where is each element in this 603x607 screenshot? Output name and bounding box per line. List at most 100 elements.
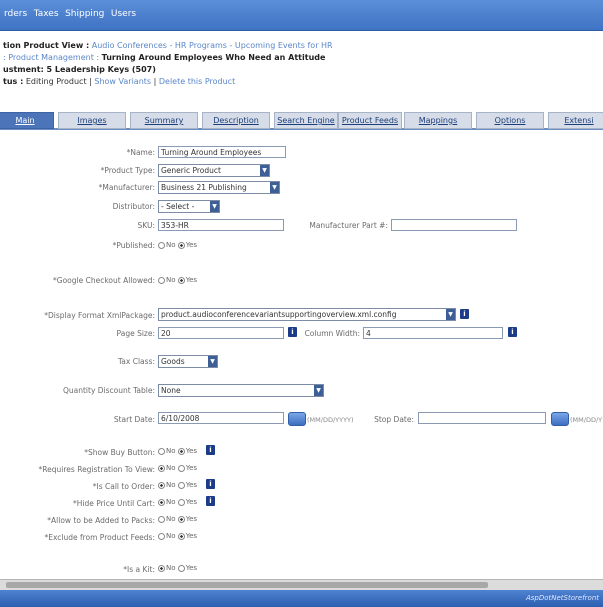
chevron-down-icon: ▼ xyxy=(314,385,323,396)
quantity-discount-select[interactable]: None ▼ xyxy=(158,384,324,397)
tab-description[interactable]: Description xyxy=(202,112,270,129)
published-yes-radio[interactable] xyxy=(177,241,185,249)
callorder-yes-radio[interactable] xyxy=(177,481,185,489)
tab-main[interactable]: Main xyxy=(0,112,54,129)
tab-images[interactable]: Images xyxy=(58,112,126,129)
sku-field[interactable]: 353-HR xyxy=(158,219,284,231)
breadcrumb-category-link[interactable]: Audio Conferences - HR Programs - Upcomi… xyxy=(92,41,333,50)
requires-registration-label: *Requires Registration To View: xyxy=(38,465,155,474)
product-title: Turning Around Employees Who Need an Att… xyxy=(101,53,326,62)
calendar-icon[interactable] xyxy=(288,412,306,426)
tab-extensions[interactable]: Extensi xyxy=(548,112,603,129)
start-date-format-hint: (MM/DD/YYYY) xyxy=(307,416,354,424)
column-width-label: Column Width: xyxy=(304,329,360,338)
start-date-field[interactable]: 6/10/2008 xyxy=(158,412,284,424)
tab-product-feeds[interactable]: Product Feeds xyxy=(338,112,402,129)
exclude-no-radio[interactable] xyxy=(158,532,165,540)
manufacturer-label: *Manufacturer: xyxy=(98,183,155,192)
footer-brand: AspDotNetStorefront xyxy=(525,594,599,602)
exclude-feeds-label: *Exclude from Product Feeds: xyxy=(44,533,155,542)
call-to-order-radio-group: No Yes xyxy=(158,481,197,489)
google-checkout-radio-group: No Yes xyxy=(158,276,197,284)
chevron-down-icon: ▼ xyxy=(446,309,455,320)
nav-users[interactable]: Users xyxy=(111,9,136,19)
kit-yes-radio[interactable] xyxy=(177,564,185,572)
sku-label: SKU: xyxy=(137,221,156,230)
scrollbar-thumb[interactable] xyxy=(6,582,488,588)
google-yes-radio[interactable] xyxy=(177,276,185,284)
info-icon[interactable]: i xyxy=(206,479,215,489)
hide-price-label: *Hide Price Until Cart: xyxy=(72,499,155,508)
chevron-down-icon: ▼ xyxy=(270,182,279,193)
chevron-down-icon: ▼ xyxy=(208,356,217,367)
manufacturer-part-label: Manufacturer Part #: xyxy=(309,221,388,230)
distributor-select[interactable]: - Select - ▼ xyxy=(158,200,220,213)
calendar-icon[interactable] xyxy=(551,412,569,426)
kit-no-radio[interactable] xyxy=(158,564,165,572)
reqreg-yes-radio[interactable] xyxy=(177,464,185,472)
info-icon[interactable]: i xyxy=(508,327,517,337)
show-buy-label: *Show Buy Button: xyxy=(84,448,155,457)
nav-shipping[interactable]: Shipping xyxy=(65,9,104,19)
is-kit-label: *Is a Kit: xyxy=(123,565,155,574)
product-type-select[interactable]: Generic Product ▼ xyxy=(158,164,270,177)
chevron-down-icon: ▼ xyxy=(210,201,219,212)
name-field[interactable]: Turning Around Employees xyxy=(158,146,286,158)
hideprice-yes-radio[interactable] xyxy=(177,498,185,506)
delete-product-link[interactable]: Delete this Product xyxy=(159,77,235,86)
tab-options[interactable]: Options xyxy=(476,112,544,129)
show-buy-no-radio[interactable] xyxy=(158,447,165,455)
tax-class-select[interactable]: Goods ▼ xyxy=(158,355,218,368)
show-variants-link[interactable]: Show Variants xyxy=(94,77,151,86)
reqreg-no-radio[interactable] xyxy=(158,464,165,472)
separator: | xyxy=(153,77,157,86)
stop-date-field[interactable] xyxy=(418,412,546,424)
status-text: Editing Product | xyxy=(25,77,92,86)
breadcrumb-view-label: tion Product View : xyxy=(3,41,90,50)
tab-mappings[interactable]: Mappings xyxy=(404,112,472,129)
hideprice-no-radio[interactable] xyxy=(158,498,165,506)
call-to-order-label: *Is Call to Order: xyxy=(92,482,155,491)
nav-taxes[interactable]: Taxes xyxy=(34,9,59,19)
breadcrumb-product-mgmt-link[interactable]: : Product Management : xyxy=(3,53,99,62)
stop-date-label: Stop Date: xyxy=(374,415,414,424)
is-kit-radio-group: No Yes xyxy=(158,564,197,572)
info-icon[interactable]: i xyxy=(206,496,215,506)
xml-package-select[interactable]: product.audioconferencevariantsupporting… xyxy=(158,308,456,321)
info-icon[interactable]: i xyxy=(460,309,469,319)
allow-packs-radio-group: No Yes xyxy=(158,515,197,523)
allow-packs-label: *Allow to be Added to Packs: xyxy=(47,516,155,525)
manufacturer-select[interactable]: Business 21 Publishing ▼ xyxy=(158,181,280,194)
status-label: tus : xyxy=(3,77,24,86)
published-radio-group: No Yes xyxy=(158,241,197,249)
start-date-label: Start Date: xyxy=(113,415,155,424)
manufacturer-part-field[interactable] xyxy=(391,219,517,231)
callorder-no-radio[interactable] xyxy=(158,481,165,489)
show-buy-yes-radio[interactable] xyxy=(177,447,185,455)
product-title-cont: ustment: 5 Leadership Keys (507) xyxy=(3,65,156,74)
info-icon[interactable]: i xyxy=(206,445,215,455)
exclude-yes-radio[interactable] xyxy=(177,532,185,540)
page-size-label: Page Size: xyxy=(116,329,155,338)
chevron-down-icon: ▼ xyxy=(260,165,269,176)
top-navigation-bar: rders Taxes Shipping Users xyxy=(0,0,603,31)
nav-orders[interactable]: rders xyxy=(4,9,27,19)
xml-package-label: *Display Format XmlPackage: xyxy=(44,311,155,320)
packs-yes-radio[interactable] xyxy=(177,515,185,523)
google-no-radio[interactable] xyxy=(158,276,165,284)
published-no-radio[interactable] xyxy=(158,241,165,249)
tab-search-engine[interactable]: Search Engine xyxy=(274,112,338,129)
column-width-field[interactable]: 4 xyxy=(363,327,503,339)
quantity-discount-label: Quantity Discount Table: xyxy=(62,386,155,395)
tax-class-label: Tax Class: xyxy=(117,357,155,366)
info-icon[interactable]: i xyxy=(288,327,297,337)
distributor-label: Distributor: xyxy=(112,202,155,211)
google-checkout-label: *Google Checkout Allowed: xyxy=(53,276,155,285)
packs-no-radio[interactable] xyxy=(158,515,165,523)
footer-bar: AspDotNetStorefront xyxy=(0,590,603,607)
page-size-field[interactable]: 20 xyxy=(158,327,284,339)
requires-registration-radio-group: No Yes xyxy=(158,464,197,472)
name-label: *Name: xyxy=(126,148,155,157)
product-type-label: *Product Type: xyxy=(100,166,155,175)
tab-summary[interactable]: Summary xyxy=(130,112,198,129)
